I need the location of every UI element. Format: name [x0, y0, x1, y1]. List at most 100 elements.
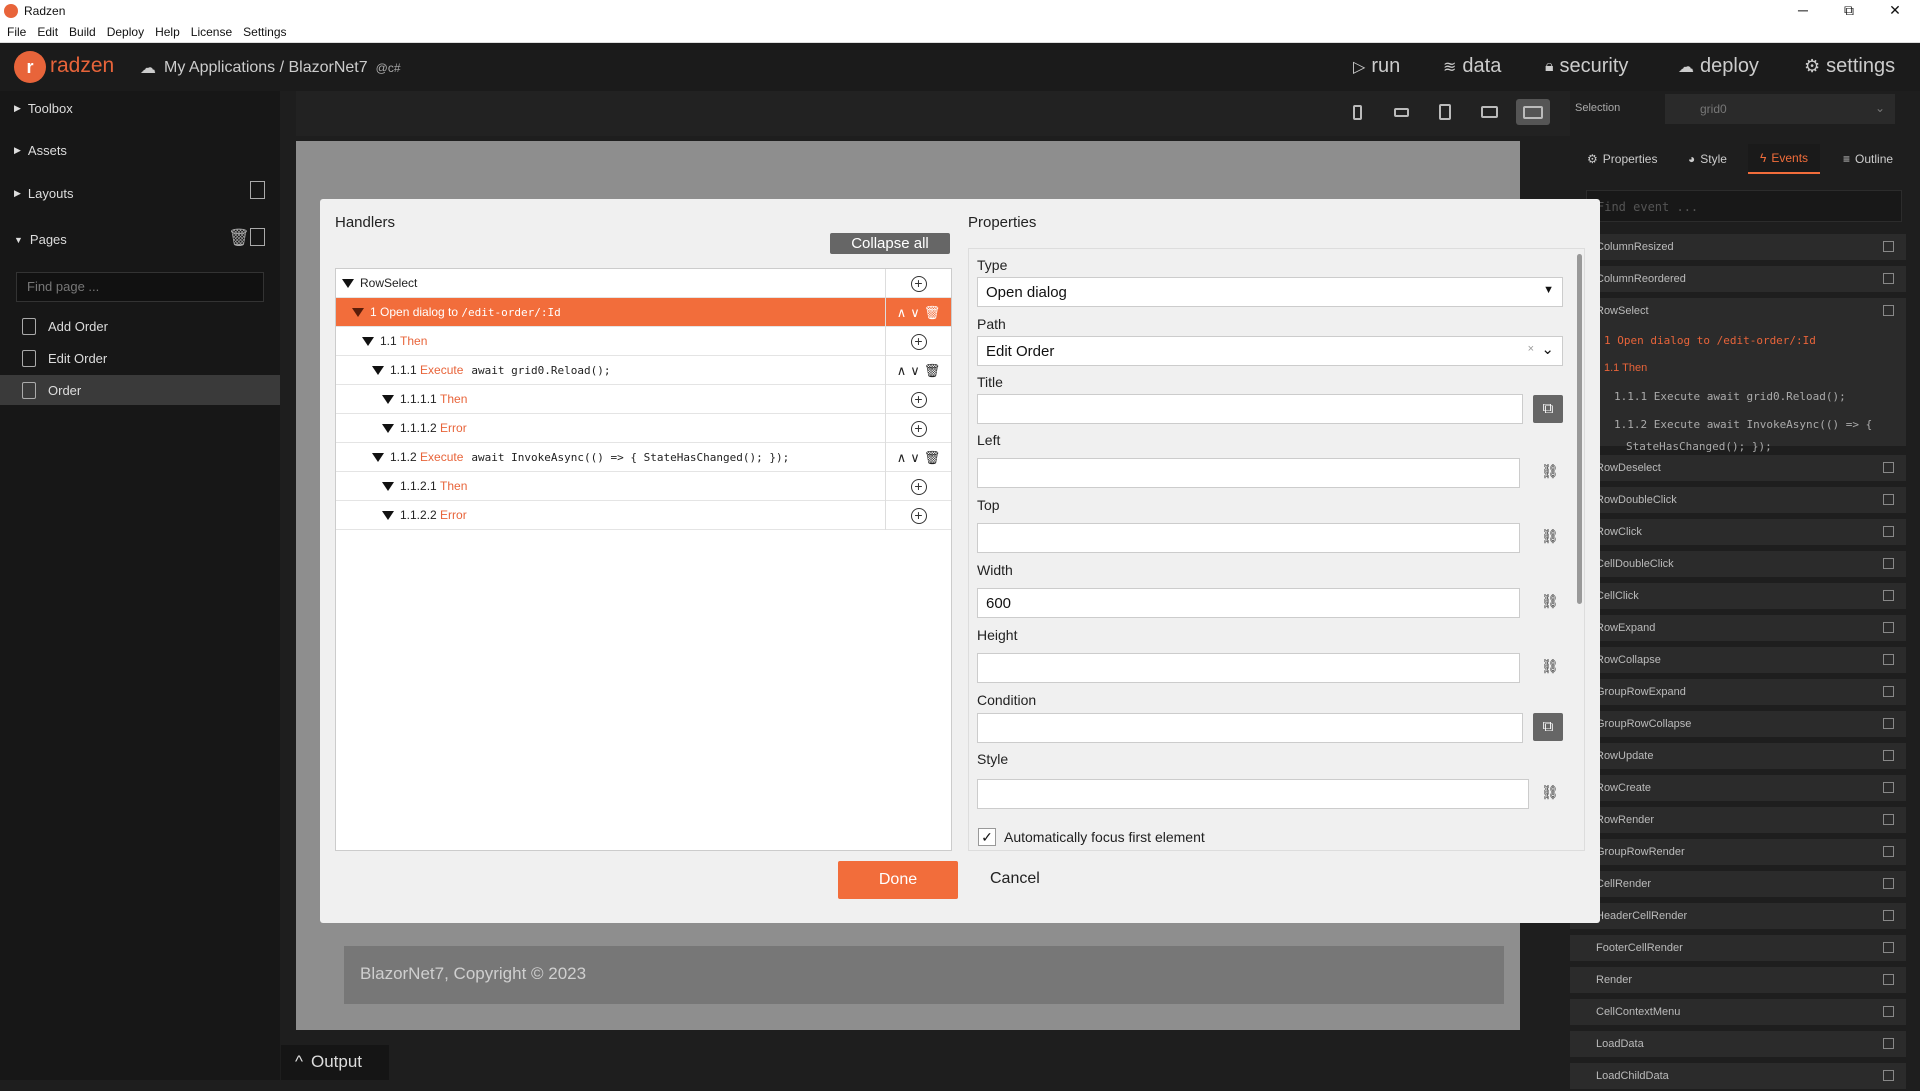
width-input[interactable]: 600	[977, 588, 1520, 618]
tree-row[interactable]: 1.1.1.1 Then +	[336, 385, 951, 414]
expand-toggle-icon[interactable]	[382, 481, 394, 491]
add-action-icon[interactable]: +	[910, 420, 927, 437]
find-event-input[interactable]: Find event ...	[1586, 190, 1902, 222]
layouts-section[interactable]: ▶ Layouts	[14, 186, 73, 201]
clear-icon[interactable]: ×	[1528, 343, 1534, 355]
event-row[interactable]: RowClick	[1570, 519, 1906, 547]
condition-input[interactable]	[977, 713, 1523, 743]
edit-icon[interactable]	[1883, 654, 1894, 665]
link-icon[interactable]: ⛓	[1541, 658, 1559, 675]
edit-icon[interactable]	[1883, 305, 1894, 316]
edit-icon[interactable]	[1883, 622, 1894, 633]
add-action-icon[interactable]: +	[910, 507, 927, 524]
expand-toggle-icon[interactable]	[372, 452, 384, 462]
breadcrumb[interactable]: ☁ My Applications / BlazorNet7 @c#	[140, 58, 401, 78]
pages-section[interactable]: ▼ Pages	[14, 232, 67, 247]
menu-settings[interactable]: Settings	[243, 25, 286, 39]
event-row[interactable]: RowRender	[1570, 807, 1906, 835]
page-item-add-order[interactable]: Add Order	[0, 311, 280, 341]
edit-icon[interactable]	[1883, 1006, 1894, 1017]
edit-icon[interactable]	[1883, 241, 1894, 252]
tablet-landscape-button[interactable]	[1472, 99, 1506, 125]
edit-icon[interactable]	[1883, 494, 1894, 505]
phone-view-button[interactable]	[1340, 99, 1374, 125]
link-icon[interactable]: ⛓	[1541, 784, 1559, 801]
move-up-icon[interactable]: ∧	[897, 450, 907, 466]
trash-icon[interactable]: 🗑︎	[924, 305, 941, 321]
tab-style[interactable]: ◕ Style	[1676, 144, 1739, 174]
tree-row[interactable]: 1.1.1 Execute await grid0.Reload(); ∧ ∨ 🗑︎	[336, 356, 951, 385]
top-input[interactable]	[977, 523, 1520, 553]
page-item-edit-order[interactable]: Edit Order	[0, 343, 280, 373]
page-item-order[interactable]: Order	[0, 375, 280, 405]
title-input[interactable]	[977, 394, 1523, 424]
tablet-view-button[interactable]	[1428, 99, 1462, 125]
path-select[interactable]: Edit Order × ⌄	[977, 336, 1563, 366]
edit-icon[interactable]	[1883, 942, 1894, 953]
edit-icon[interactable]	[1883, 846, 1894, 857]
tab-properties[interactable]: ⚙ Properties	[1575, 144, 1669, 174]
edit-icon[interactable]	[1883, 910, 1894, 921]
height-input[interactable]	[977, 653, 1520, 683]
edit-icon[interactable]	[1883, 273, 1894, 284]
tree-row[interactable]: 1.1.2 Execute await InvokeAsync(() => { S…	[336, 443, 951, 472]
tree-row[interactable]: 1.1.2.1 Then +	[336, 472, 951, 501]
phone-landscape-button[interactable]	[1384, 99, 1418, 125]
radzen-logo-icon[interactable]: r	[14, 51, 46, 83]
deploy-button[interactable]: ☁ deploy	[1678, 55, 1759, 78]
expand-toggle-icon[interactable]	[362, 336, 374, 346]
type-select[interactable]: Open dialog ▼	[977, 277, 1563, 307]
tab-events[interactable]: ϟ Events	[1748, 144, 1821, 174]
edit-icon[interactable]	[1883, 462, 1894, 473]
run-button[interactable]: ▷ run	[1353, 55, 1400, 78]
done-button[interactable]: Done	[838, 861, 958, 899]
event-row[interactable]: FooterCellRender	[1570, 935, 1906, 963]
assets-section[interactable]: ▶ Assets	[14, 143, 67, 158]
event-row[interactable]: RowDeselect	[1570, 455, 1906, 483]
properties-scrollbar[interactable]	[1577, 254, 1582, 604]
move-down-icon[interactable]: ∨	[910, 450, 920, 466]
add-action-icon[interactable]: +	[910, 333, 927, 350]
event-row[interactable]: CellRender	[1570, 871, 1906, 899]
edit-icon[interactable]	[1883, 718, 1894, 729]
tree-row[interactable]: 1.1 Then +	[336, 327, 951, 356]
menu-build[interactable]: Build	[69, 25, 96, 39]
handler-summary[interactable]: 1.1.2 Execute await InvokeAsync(() => {	[1614, 418, 1872, 431]
expand-toggle-icon[interactable]	[352, 307, 364, 317]
tree-row[interactable]: 1.1.1.2 Error +	[336, 414, 951, 443]
toolbox-section[interactable]: ▶ Toolbox	[14, 101, 73, 116]
move-up-icon[interactable]: ∧	[897, 305, 907, 321]
output-tab[interactable]: ^ Output	[281, 1045, 389, 1080]
event-row[interactable]: GroupRowExpand	[1570, 679, 1906, 707]
expand-toggle-icon[interactable]	[372, 365, 384, 375]
link-icon[interactable]: ⛓	[1541, 593, 1559, 610]
menu-deploy[interactable]: Deploy	[107, 25, 144, 39]
handler-summary[interactable]: 1 Open dialog to /edit-order/:Id	[1604, 334, 1816, 347]
expand-toggle-icon[interactable]	[382, 423, 394, 433]
add-layout-icon[interactable]	[250, 181, 265, 199]
selection-dropdown[interactable]: grid0 ⌄	[1665, 94, 1895, 124]
event-row[interactable]: RowDoubleClick	[1570, 487, 1906, 515]
event-row[interactable]: ColumnReordered	[1570, 266, 1906, 294]
tree-row[interactable]: RowSelect +	[336, 269, 951, 298]
event-row[interactable]: RowCreate	[1570, 775, 1906, 803]
add-action-icon[interactable]: +	[910, 478, 927, 495]
menu-license[interactable]: License	[191, 25, 232, 39]
edit-icon[interactable]	[1883, 558, 1894, 569]
link-icon[interactable]: ⛓	[1541, 463, 1559, 480]
edit-icon[interactable]	[1883, 590, 1894, 601]
move-down-icon[interactable]: ∨	[910, 363, 920, 379]
edit-icon[interactable]	[1883, 686, 1894, 697]
security-button[interactable]: 🔒︎ security	[1545, 55, 1628, 78]
style-input[interactable]	[977, 779, 1529, 809]
maximize-button[interactable]: ⧉	[1834, 2, 1864, 19]
menu-help[interactable]: Help	[155, 25, 180, 39]
open-editor-icon[interactable]: ⧉	[1533, 713, 1563, 741]
link-icon[interactable]: ⛓	[1541, 528, 1559, 545]
event-row[interactable]: CellContextMenu	[1570, 999, 1906, 1027]
handler-summary[interactable]: 1.1 Then	[1604, 362, 1647, 374]
data-button[interactable]: ≋ data	[1443, 55, 1501, 78]
expand-toggle-icon[interactable]	[342, 278, 354, 288]
add-action-icon[interactable]: +	[910, 391, 927, 408]
edit-icon[interactable]	[1883, 1070, 1894, 1081]
